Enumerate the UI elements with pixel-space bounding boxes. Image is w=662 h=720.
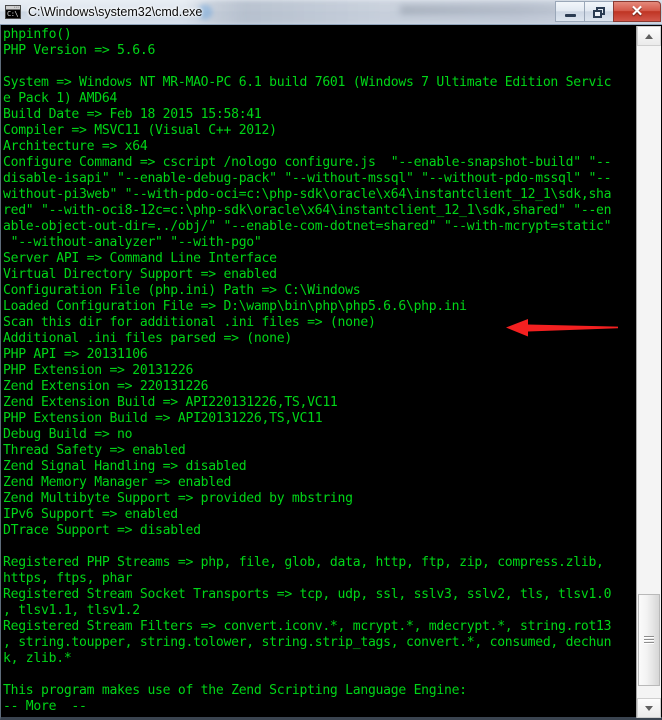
console-line: System => Windows NT MR-MAO-PC 6.1 build…: [3, 75, 612, 90]
console-line: This program makes use of the Zend Scrip…: [3, 683, 467, 698]
console-line: Loaded Configuration File => D:\wamp\bin…: [3, 299, 467, 314]
window-title: C:\Windows\system32\cmd.exe: [28, 5, 203, 19]
console-line: Configuration File (php.ini) Path => C:\…: [3, 283, 361, 298]
scroll-down-button[interactable]: [637, 698, 661, 718]
cmd-console-icon[interactable]: ••• C:\: [5, 5, 21, 19]
close-button[interactable]: ✕: [613, 1, 661, 22]
minimize-icon: [565, 14, 576, 17]
scrollbar-grip-icon: [644, 636, 654, 644]
close-icon: ✕: [630, 3, 644, 20]
window-controls: ✕: [555, 1, 661, 22]
window-titlebar[interactable]: ••• C:\ C:\Windows\system32\cmd.exe ✕: [0, 0, 662, 25]
scroll-up-button[interactable]: [637, 26, 661, 46]
console-line: Thread Safety => enabled: [3, 443, 186, 458]
console-line: , string.toupper, string.tolower, string…: [3, 635, 612, 650]
console-line: Build Date => Feb 18 2015 15:58:41: [3, 107, 262, 122]
restore-icon-front: [593, 10, 602, 18]
console-line: Additional .ini files parsed => (none): [3, 331, 292, 346]
console-line: able-object-out-dir=../obj/" "--enable-c…: [3, 219, 612, 234]
console-line: PHP API => 20131106: [3, 347, 148, 362]
console-line: k, zlib.*: [3, 651, 72, 666]
console-output: phpinfo() PHP Version => 5.6.6 System => W…: [3, 27, 635, 715]
scrollbar-thumb[interactable]: [638, 594, 660, 686]
console-line: e Pack 1) AMD64: [3, 91, 118, 106]
console-line: DTrace Support => disabled: [3, 523, 201, 538]
console-line: Registered Stream Filters => convert.ico…: [3, 619, 612, 634]
console-line: "--without-analyzer" "--with-pgo": [3, 235, 262, 250]
vertical-scrollbar[interactable]: [636, 26, 661, 718]
console-line: Scan this dir for additional .ini files …: [3, 315, 376, 330]
scrollbar-track[interactable]: [637, 46, 661, 698]
console-line: Architecture => x64: [3, 139, 148, 154]
console-line: Compiler => MSVC11 (Visual C++ 2012): [3, 123, 277, 138]
console-line: Registered PHP Streams => php, file, glo…: [3, 555, 604, 570]
console-line: Configure Command => cscript /nologo con…: [3, 155, 612, 170]
minimize-button[interactable]: [555, 1, 584, 22]
console-line: Debug Build => no: [3, 427, 133, 442]
console-line: Zend Memory Manager => enabled: [3, 475, 232, 490]
console-line: without-pi3web" "--with-pdo-oci=c:\php-s…: [3, 187, 612, 202]
console-line: IPv6 Support => enabled: [3, 507, 178, 522]
console-line: PHP Version => 5.6.6: [3, 43, 156, 58]
console-line: Server API => Command Line Interface: [3, 251, 277, 266]
console-line: PHP Extension => 20131226: [3, 363, 194, 378]
console-line: Zend Extension Build => API220131226,TS,…: [3, 395, 338, 410]
icon-screen-text: C:\: [6, 10, 20, 18]
console-line: https, ftps, phar: [3, 571, 133, 586]
restore-button[interactable]: [584, 1, 613, 22]
console-line: disable-isapi" "--enable-debug-pack" "--…: [3, 171, 612, 186]
icon-dots: •••: [13, 5, 19, 9]
console-line: -- More --: [3, 699, 87, 714]
console-client-area[interactable]: phpinfo() PHP Version => 5.6.6 System => W…: [0, 25, 662, 720]
chevron-up-icon: [645, 33, 653, 39]
chevron-down-icon: [645, 705, 653, 711]
console-line: red" "--with-oci8-12c=c:\php-sdk\oracle\…: [3, 203, 612, 218]
cmd-window: ••• C:\ C:\Windows\system32\cmd.exe ✕ ph…: [0, 0, 662, 720]
console-line: Zend Multibyte Support => provided by mb…: [3, 491, 353, 506]
console-line: Virtual Directory Support => enabled: [3, 267, 277, 282]
console-line: Zend Extension => 220131226: [3, 379, 209, 394]
blurred-desktop-element-1: [400, 6, 570, 14]
console-line: PHP Extension Build => API20131226,TS,VC…: [3, 411, 323, 426]
console-screen: phpinfo() PHP Version => 5.6.6 System => W…: [3, 27, 635, 715]
console-line: Registered Stream Socket Transports => t…: [3, 587, 612, 602]
console-line: phpinfo(): [3, 27, 72, 42]
console-line: , tlsv1.1, tlsv1.2: [3, 603, 140, 618]
console-line: Zend Signal Handling => disabled: [3, 459, 247, 474]
